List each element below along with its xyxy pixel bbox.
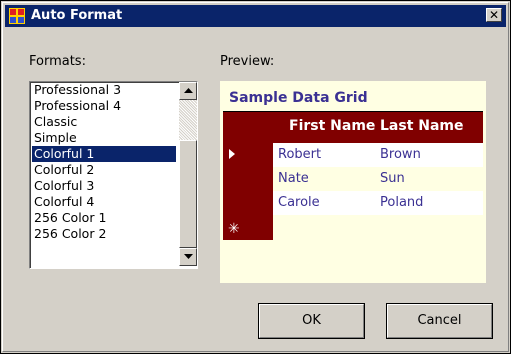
preview-panel: Sample Data Grid First Name Last Name Ro… — [220, 81, 486, 283]
formats-scrollbar[interactable] — [179, 82, 197, 266]
formats-listbox[interactable]: Professional 3 Professional 4 Classic Si… — [29, 81, 198, 269]
formats-list: Professional 3 Professional 4 Classic Si… — [32, 82, 176, 242]
arrow-up-icon — [184, 88, 193, 93]
window-title: Auto Format — [31, 8, 123, 23]
column-header-row: First Name Last Name — [273, 112, 483, 143]
grid-row: Carole Poland — [273, 191, 483, 215]
format-item[interactable]: 256 Color 2 — [32, 226, 176, 242]
current-row-arrow-icon — [229, 149, 235, 159]
format-item[interactable]: Colorful 4 — [32, 194, 176, 210]
format-item[interactable]: Colorful 3 — [32, 178, 176, 194]
scroll-down-button[interactable] — [179, 248, 197, 266]
grid-caption: Sample Data Grid — [229, 90, 368, 106]
arrow-down-icon — [184, 254, 193, 259]
formats-label: Formats: — [29, 54, 86, 69]
scrollbar-thumb[interactable] — [179, 140, 197, 248]
ok-button-label: OK — [302, 313, 321, 328]
format-item[interactable]: Classic — [32, 114, 176, 130]
ok-button[interactable]: OK — [258, 303, 365, 339]
format-item[interactable]: 256 Color 1 — [32, 210, 176, 226]
column-header-first-name: First Name — [289, 118, 376, 134]
auto-format-dialog: Auto Format ✕ Formats: Preview: Professi… — [0, 0, 511, 354]
column-header-last-name: Last Name — [380, 118, 464, 134]
close-button[interactable]: ✕ — [486, 8, 502, 22]
grid-cell: Sun — [380, 171, 405, 186]
grid-row: Nate Sun — [273, 167, 483, 191]
cancel-button-label: Cancel — [417, 313, 462, 328]
scroll-up-button[interactable] — [179, 82, 197, 100]
grid-row: Robert Brown — [273, 143, 483, 167]
grid-cell: Robert — [278, 147, 322, 162]
app-grid-icon — [9, 8, 25, 24]
format-item[interactable]: Simple — [32, 130, 176, 146]
close-icon: ✕ — [488, 8, 500, 22]
format-item[interactable]: Colorful 2 — [32, 162, 176, 178]
grid-cell: Brown — [380, 147, 421, 162]
grid-cell: Carole — [278, 195, 320, 210]
preview-label: Preview: — [220, 54, 275, 69]
format-item[interactable]: Professional 3 — [32, 82, 176, 98]
title-bar[interactable]: Auto Format ✕ — [5, 5, 506, 27]
format-item[interactable]: Professional 4 — [32, 98, 176, 114]
grid-cell: Nate — [278, 171, 309, 186]
format-item-selected[interactable]: Colorful 1 — [32, 146, 176, 162]
cancel-button[interactable]: Cancel — [386, 303, 493, 339]
grid-cell: Poland — [380, 195, 424, 210]
new-row-asterisk-icon: ✳ — [228, 221, 240, 237]
